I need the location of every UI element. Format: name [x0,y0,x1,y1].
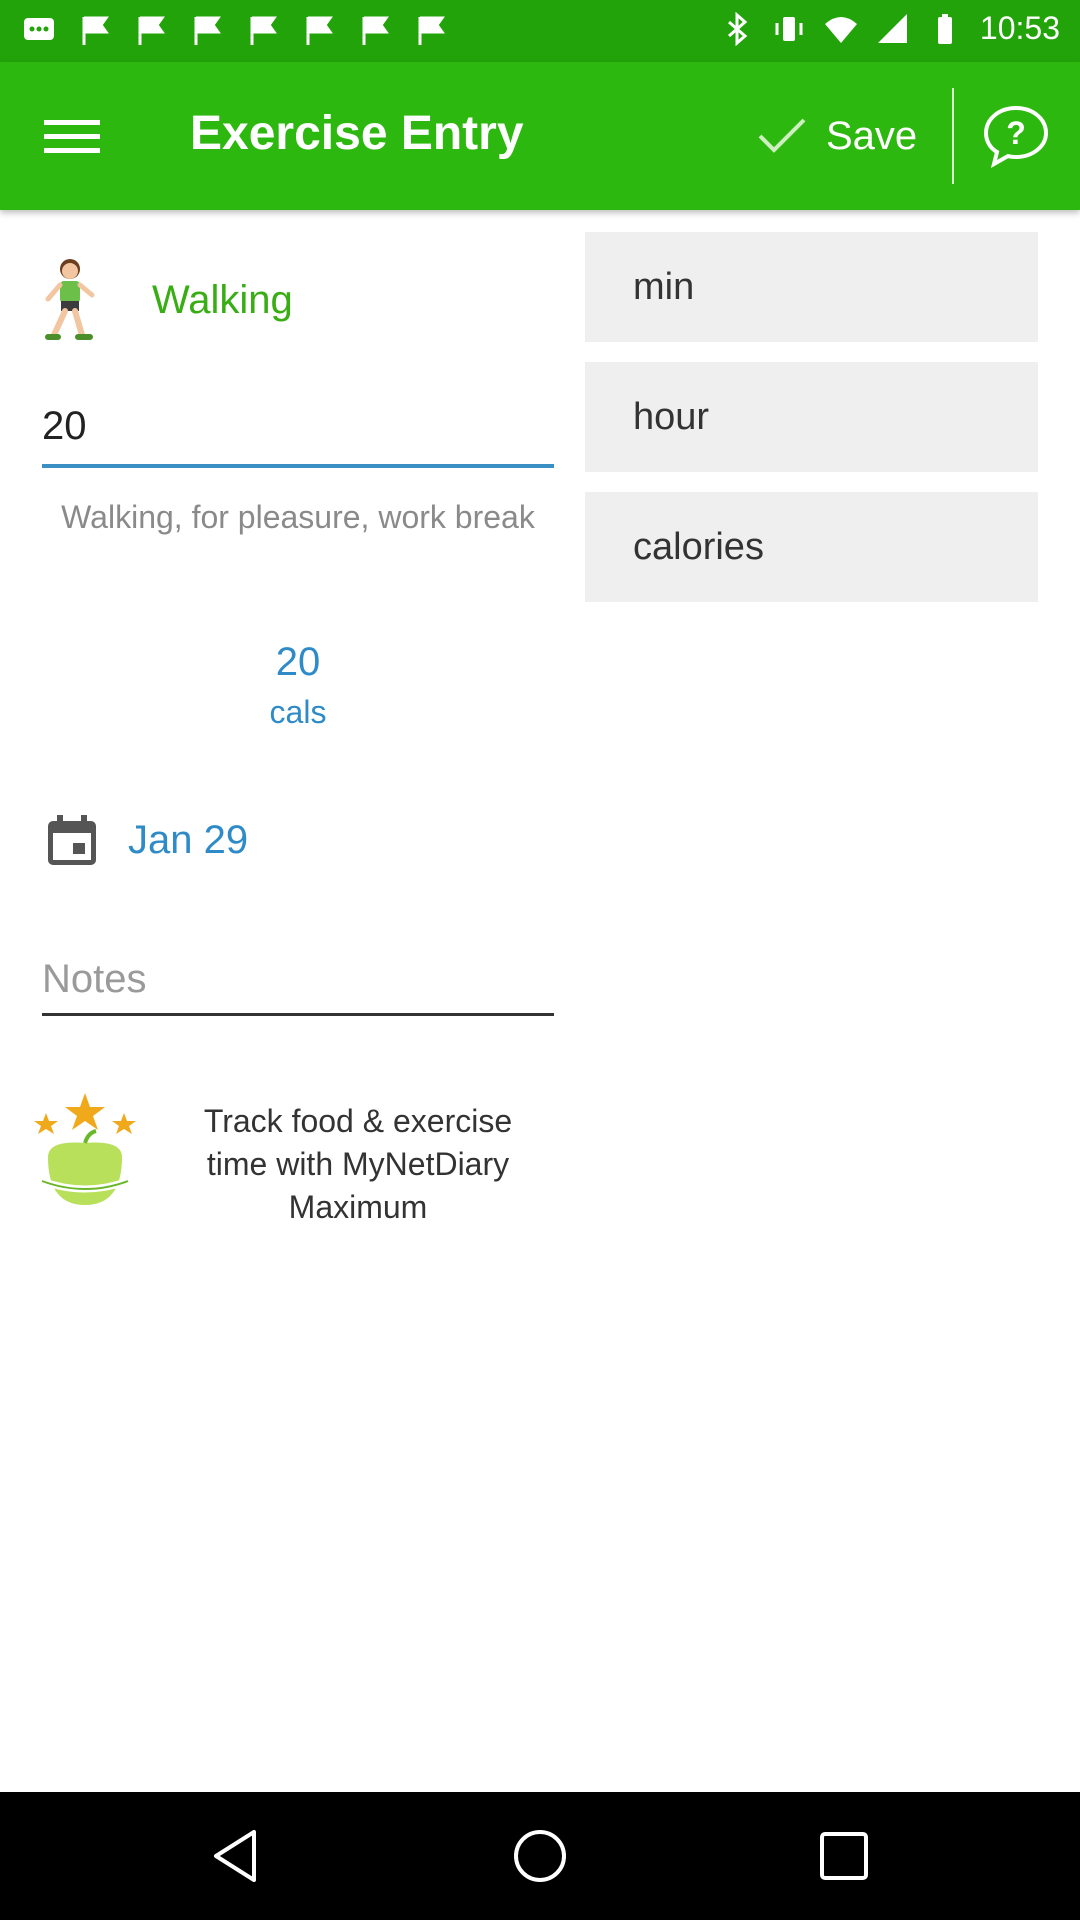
unit-label: calories [633,525,764,568]
unit-hour-button[interactable]: hour [585,362,1038,472]
vibrate-icon [775,16,803,41]
upgrade-promo[interactable]: Track food & exercise time with MyNetDia… [28,1080,568,1225]
calories-unit: cals [269,694,327,730]
app-bar-divider [952,88,954,184]
menu-button[interactable] [44,116,100,156]
wifi-icon [824,16,857,43]
app-bar: Exercise Entry Save ? [0,62,1080,210]
walking-person-icon [45,259,95,340]
bluetooth-icon [727,11,748,46]
unit-min-button[interactable]: min [585,232,1038,342]
unit-label: hour [633,395,710,438]
date-label: Jan 29 [128,817,249,862]
signal-icon [877,13,907,43]
page-title: Exercise Entry [190,107,524,160]
battery-icon [937,13,952,44]
calories-value: 20 [275,640,321,684]
calendar-icon [48,815,96,865]
flag-notification-icon [362,16,389,45]
recents-icon[interactable] [814,1826,874,1886]
status-time: 10:53 [979,10,1060,46]
unit-label: min [633,265,695,308]
promo-text: Track food & exercise time with MyNetDia… [203,1103,513,1225]
activity-description: Walking, for pleasure, work break [61,499,535,535]
checkmark-icon [758,118,806,153]
unit-calories-button[interactable]: calories [585,492,1038,602]
system-nav-bar [0,1792,1080,1920]
duration-input[interactable] [42,388,554,468]
flag-notification-icon [250,16,277,45]
back-icon[interactable] [208,1826,268,1886]
flag-notification-icon [82,16,109,45]
svg-text:?: ? [1006,115,1026,151]
flag-notification-icon [306,16,333,45]
home-icon[interactable] [510,1826,570,1886]
flag-notification-icon [418,16,445,45]
chat-notification-icon [24,18,54,40]
flag-notification-icon [194,16,221,45]
activity-selector[interactable]: Walking [40,250,293,350]
date-selector[interactable]: Jan 29 [46,800,248,880]
save-button[interactable]: Save [756,98,917,174]
status-bar: 10:53 [0,0,1080,62]
flag-notification-icon [138,16,165,45]
activity-name: Walking [152,277,293,322]
diary-stars-logo-icon [34,1093,136,1205]
help-chat-icon[interactable]: ? [982,104,1050,168]
save-label: Save [826,113,918,158]
notes-input[interactable] [42,946,554,1016]
